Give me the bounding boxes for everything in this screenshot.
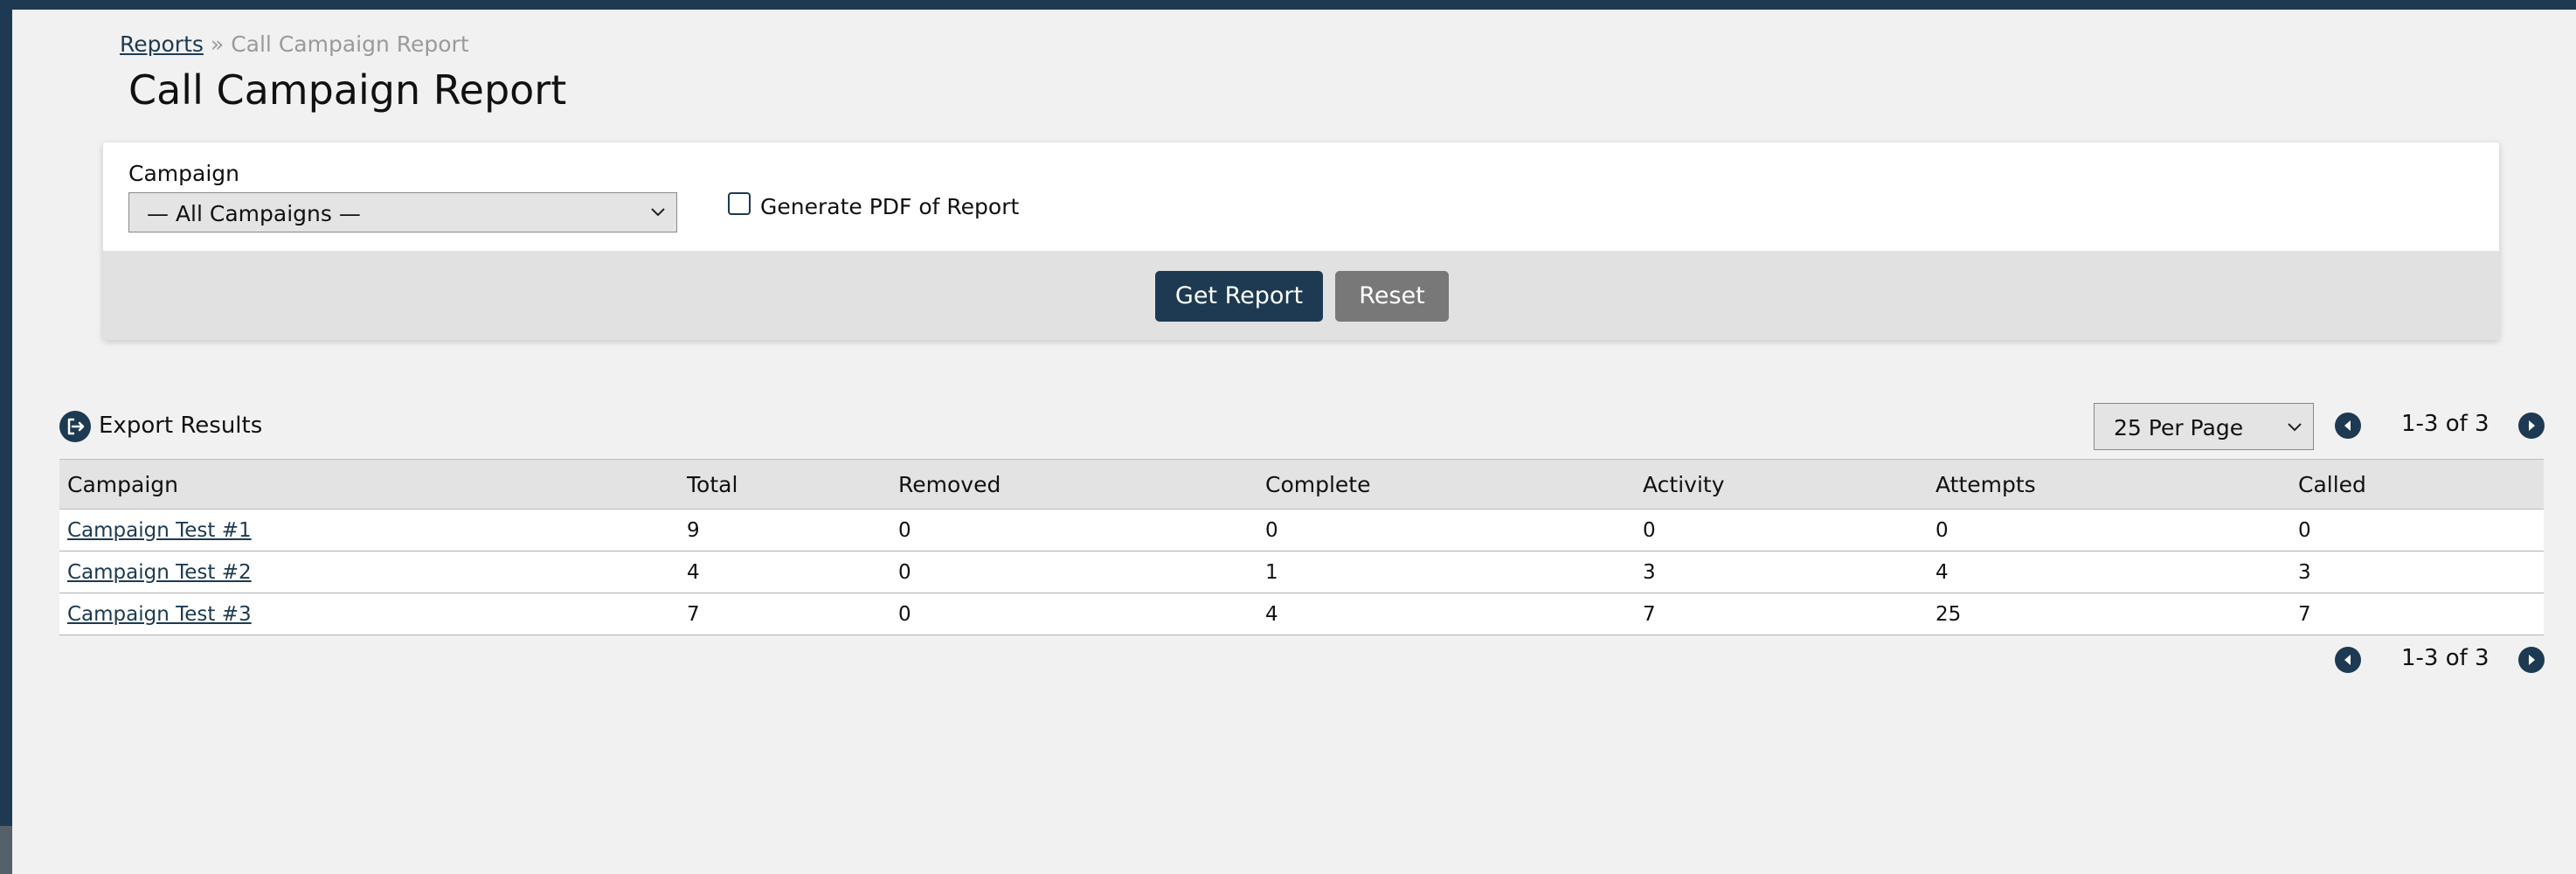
cell-attempts: 4 [1928,551,2290,593]
top-nav-bar [0,0,2576,10]
get-report-button[interactable]: Get Report [1155,271,1323,322]
chevron-down-icon [2288,423,2302,432]
breadcrumb-separator: » [210,31,225,57]
campaign-select[interactable]: — All Campaigns — [128,192,677,232]
cell-campaign: Campaign Test #2 [59,551,679,593]
breadcrumb: Reports» Call Campaign Report [120,31,469,57]
cell-complete: 0 [1257,509,1635,551]
column-header-complete[interactable]: Complete [1257,459,1635,510]
reset-button[interactable]: Reset [1335,271,1449,322]
table-header-row: Campaign Total Removed Complete Activity… [59,459,2544,510]
results-table: Campaign Total Removed Complete Activity… [59,459,2544,635]
left-rail-scroll-handle[interactable] [0,826,12,874]
generate-pdf-checkbox[interactable] [728,192,751,215]
cell-attempts: 25 [1928,593,2290,635]
cell-called: 0 [2290,509,2544,551]
left-nav-rail [0,0,12,874]
cell-removed: 0 [890,593,1257,635]
export-results-label: Export Results [99,413,263,439]
generate-pdf-label[interactable]: Generate PDF of Report [760,194,1019,219]
filter-fields: Campaign — All Campaigns — Generate PDF … [103,142,2499,251]
table-row: Campaign Test #3 7 0 4 7 25 7 [59,593,2544,635]
report-filter-card: Campaign — All Campaigns — Generate PDF … [103,142,2499,340]
cell-total: 4 [679,551,890,593]
cell-called: 3 [2290,551,2544,593]
cell-complete: 4 [1257,593,1635,635]
cell-campaign: Campaign Test #3 [59,593,679,635]
campaign-link[interactable]: Campaign Test #1 [67,519,252,542]
next-page-icon[interactable] [2518,413,2545,439]
next-page-icon[interactable] [2518,647,2545,673]
cell-removed: 0 [890,551,1257,593]
breadcrumb-reports-link[interactable]: Reports [120,31,204,57]
breadcrumb-current: Call Campaign Report [231,31,469,57]
cell-campaign: Campaign Test #1 [59,509,679,551]
per-page-select[interactable]: 25 Per Page [2094,403,2314,450]
cell-activity: 3 [1635,551,1928,593]
cell-complete: 1 [1257,551,1635,593]
campaign-label: Campaign [128,161,239,186]
column-header-removed[interactable]: Removed [890,459,1257,510]
table-row: Campaign Test #2 4 0 1 3 4 3 [59,551,2544,593]
chevron-down-icon [651,208,665,217]
cell-activity: 7 [1635,593,1928,635]
cell-total: 9 [679,509,890,551]
column-header-total[interactable]: Total [679,459,890,510]
page-title: Call Campaign Report [128,66,567,114]
previous-page-icon[interactable] [2335,647,2361,673]
previous-page-icon[interactable] [2335,413,2361,439]
column-header-called[interactable]: Called [2290,459,2544,510]
column-header-activity[interactable]: Activity [1635,459,1928,510]
cell-total: 7 [679,593,890,635]
cell-attempts: 0 [1928,509,2290,551]
table-row: Campaign Test #1 9 0 0 0 0 0 [59,509,2544,551]
campaign-link[interactable]: Campaign Test #2 [67,561,252,584]
export-icon [59,411,91,442]
cell-activity: 0 [1635,509,1928,551]
cell-removed: 0 [890,509,1257,551]
pagination-count-bottom: 1-3 of 3 [2401,645,2489,671]
column-header-attempts[interactable]: Attempts [1928,459,2290,510]
filter-actions: Get Report Reset [103,251,2499,340]
column-header-campaign[interactable]: Campaign [59,459,679,510]
campaign-link[interactable]: Campaign Test #3 [67,603,252,626]
pagination-count: 1-3 of 3 [2401,411,2489,437]
cell-called: 7 [2290,593,2544,635]
campaign-select-value: — All Campaigns — [147,201,361,226]
per-page-value: 25 Per Page [2114,415,2244,440]
